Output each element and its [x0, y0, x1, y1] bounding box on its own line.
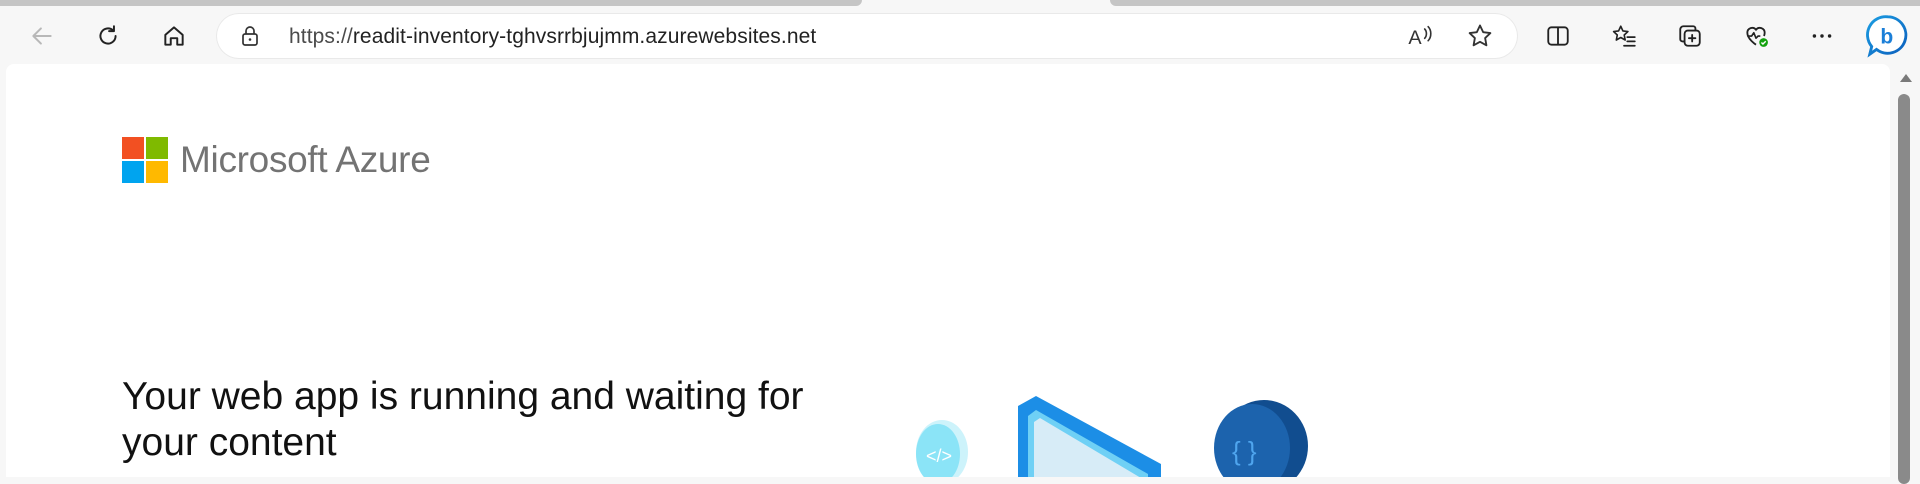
svg-text:{ }: { }	[1232, 436, 1257, 466]
browser-toolbar: https://readit-inventory-tghvsrrbjujmm.a…	[0, 8, 1920, 64]
read-aloud-icon[interactable]: A	[1406, 22, 1434, 50]
url-protocol: https://	[289, 25, 353, 48]
split-screen-icon	[1547, 26, 1569, 46]
api-bubble-icon: { }	[1214, 400, 1308, 477]
microsoft-azure-logo: Microsoft Azure	[122, 137, 431, 183]
browser-window-icon	[1018, 396, 1161, 477]
page-headline: Your web app is running and waiting for …	[122, 375, 804, 464]
back-arrow-icon	[32, 27, 52, 45]
address-bar[interactable]: https://readit-inventory-tghvsrrbjujmm.a…	[216, 13, 1518, 59]
svg-text:b: b	[1880, 26, 1893, 49]
web-app-illustration: </> { }	[916, 396, 1308, 477]
collections-button[interactable]	[1672, 18, 1708, 54]
browser-essentials-icon	[1746, 27, 1768, 47]
code-bubble-icon: </>	[916, 420, 968, 477]
scrollbar-thumb[interactable]	[1898, 94, 1910, 484]
tab-strip	[0, 0, 1920, 8]
lock-icon[interactable]	[238, 24, 262, 48]
split-screen-button[interactable]	[1540, 18, 1576, 54]
more-icon	[1812, 34, 1832, 38]
logo-square-red	[122, 137, 144, 159]
bing-icon: b	[1866, 15, 1908, 58]
home-icon	[164, 26, 184, 46]
logo-square-blue	[122, 161, 144, 183]
svg-text:</>: </>	[926, 446, 952, 466]
tab-left[interactable]	[0, 0, 862, 6]
home-button[interactable]	[156, 18, 192, 54]
svg-text:A: A	[1408, 27, 1422, 49]
microsoft-logo-icon	[122, 137, 168, 183]
url-text[interactable]: https://readit-inventory-tghvsrrbjujmm.a…	[289, 25, 816, 49]
scroll-up-arrow-icon[interactable]	[1900, 74, 1912, 82]
refresh-icon	[99, 25, 117, 45]
url-host: readit-inventory-tghvsrrbjujmm.azurewebs…	[352, 25, 817, 48]
favorites-icon	[1612, 25, 1636, 47]
tab-right[interactable]	[1110, 0, 1920, 6]
page-viewport: Microsoft Azure Your web app is running …	[6, 64, 1890, 477]
brand-name: Microsoft Azure	[180, 139, 431, 180]
star-icon[interactable]	[1466, 22, 1494, 50]
collections-icon	[1679, 25, 1701, 47]
favorites-button[interactable]	[1606, 18, 1642, 54]
more-button[interactable]	[1804, 18, 1840, 54]
browser-essentials-button[interactable]	[1738, 18, 1774, 54]
copilot-button[interactable]: b	[1864, 12, 1912, 60]
back-button[interactable]	[24, 18, 60, 54]
logo-square-green	[146, 137, 168, 159]
logo-square-yellow	[146, 161, 168, 183]
refresh-button[interactable]	[90, 18, 126, 54]
vertical-scrollbar[interactable]	[1892, 64, 1920, 484]
